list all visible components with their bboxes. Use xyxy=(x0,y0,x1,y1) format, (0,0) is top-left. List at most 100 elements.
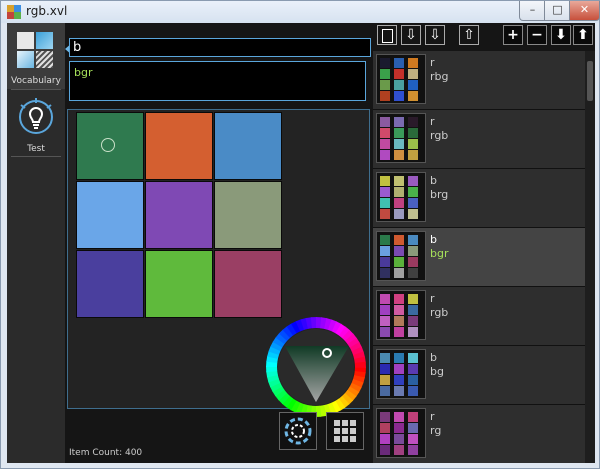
swatch-cell xyxy=(380,434,390,444)
move-down-button[interactable]: ⬇ xyxy=(551,25,571,45)
swatch-cell xyxy=(408,176,418,186)
swatch-cell xyxy=(394,209,404,219)
item-tags: rgb xyxy=(430,306,449,319)
swatch-cell xyxy=(408,69,418,79)
new-file-button[interactable] xyxy=(377,25,397,45)
item-name: r xyxy=(430,410,435,423)
export-button[interactable]: ⇧ xyxy=(459,25,479,45)
color-cell[interactable] xyxy=(214,250,282,318)
color-wheel[interactable] xyxy=(265,316,367,418)
arrow-down-icon: ⬇ xyxy=(555,27,567,43)
swatch-cell xyxy=(408,423,418,433)
swatch-cell xyxy=(408,139,418,149)
app-window: rgb.xvl – □ ✕ Vocabulary Test b bgr Item… xyxy=(0,0,600,469)
swatch-cell xyxy=(408,91,418,101)
import-add-button[interactable]: ⇩ xyxy=(425,25,445,45)
list-item[interactable]: r rg xyxy=(373,405,585,463)
swatch-cell xyxy=(380,268,390,278)
color-cell[interactable] xyxy=(76,112,144,180)
selection-marker xyxy=(101,138,115,152)
swatch-cell xyxy=(394,187,404,197)
color-cell[interactable] xyxy=(145,112,213,180)
swatch-cell xyxy=(394,375,404,385)
item-name: r xyxy=(430,115,435,128)
swatch-cell xyxy=(380,209,390,219)
maximize-button[interactable]: □ xyxy=(544,1,571,21)
title-bar[interactable]: rgb.xvl – □ ✕ xyxy=(1,1,600,23)
swatch-cell xyxy=(408,128,418,138)
item-name: r xyxy=(430,292,435,305)
swatch-cell xyxy=(380,91,390,101)
swatch-cell xyxy=(394,364,404,374)
list-scrollbar[interactable] xyxy=(585,51,595,463)
swatch-cell xyxy=(408,364,418,374)
swatch-cell xyxy=(408,257,418,267)
swatch-cell xyxy=(394,58,404,68)
color-cell[interactable] xyxy=(214,112,282,180)
item-tags: bg xyxy=(430,365,444,378)
nav-divider xyxy=(11,89,61,90)
swatch-cell xyxy=(408,375,418,385)
minus-icon: − xyxy=(531,27,543,43)
lightbulb-icon xyxy=(19,98,53,134)
move-up-button[interactable]: ⬆ xyxy=(573,25,593,45)
spiral-icon xyxy=(284,417,312,445)
shuffle-button[interactable] xyxy=(279,412,317,450)
search-input[interactable]: b xyxy=(69,38,371,57)
swatch-cell xyxy=(380,316,390,326)
list-item[interactable]: b bg xyxy=(373,346,585,405)
scrollbar-thumb[interactable] xyxy=(587,61,593,101)
color-cell[interactable] xyxy=(76,250,144,318)
swatch-cell xyxy=(408,268,418,278)
swatch-cell xyxy=(380,150,390,160)
swatch-cell xyxy=(380,305,390,315)
item-name: r xyxy=(430,56,435,69)
list-item[interactable]: b bgr xyxy=(373,228,585,287)
swatch-cell xyxy=(408,294,418,304)
item-tags: bgr xyxy=(430,247,449,260)
close-button[interactable]: ✕ xyxy=(569,1,600,21)
item-swatch xyxy=(376,113,426,163)
tags-field[interactable]: bgr xyxy=(69,61,366,101)
swatch-cell xyxy=(380,327,390,337)
item-tags: rg xyxy=(430,424,442,437)
item-count: Item Count: 400 xyxy=(69,448,143,458)
nav-item-test[interactable]: Test xyxy=(7,91,65,157)
remove-button[interactable]: − xyxy=(527,25,547,45)
swatch-cell xyxy=(408,434,418,444)
swatch-cell xyxy=(394,445,404,455)
swatch-cell xyxy=(380,423,390,433)
swatch-cell xyxy=(380,412,390,422)
swatch-cell xyxy=(394,117,404,127)
swatch-cell xyxy=(394,294,404,304)
grid-view-button[interactable] xyxy=(326,412,364,450)
nav-item-vocabulary[interactable]: Vocabulary xyxy=(7,23,65,89)
color-cell[interactable] xyxy=(76,181,144,249)
window-title: rgb.xvl xyxy=(26,4,68,18)
item-list[interactable]: r rbg r rgb b brg b bgr r rgb b bg r rg xyxy=(373,51,585,463)
swatch-cell xyxy=(408,187,418,197)
color-cell[interactable] xyxy=(145,250,213,318)
import-button[interactable]: ⇩ xyxy=(401,25,421,45)
swatch-cell xyxy=(380,128,390,138)
swatch-cell xyxy=(394,268,404,278)
new-file-icon xyxy=(381,29,393,43)
add-button[interactable]: + xyxy=(503,25,523,45)
list-item[interactable]: b brg xyxy=(373,169,585,228)
swatch-cell xyxy=(380,80,390,90)
color-cell[interactable] xyxy=(145,181,213,249)
swatch-cell xyxy=(394,257,404,267)
swatch-cell xyxy=(380,176,390,186)
grid-icon xyxy=(334,420,356,442)
swatch-cell xyxy=(408,412,418,422)
list-item[interactable]: r rbg xyxy=(373,51,585,110)
swatch-cell xyxy=(394,198,404,208)
list-item[interactable]: r rgb xyxy=(373,110,585,169)
color-cell[interactable] xyxy=(214,181,282,249)
swatch-cell xyxy=(394,69,404,79)
swatch-cell xyxy=(380,139,390,149)
minimize-button[interactable]: – xyxy=(519,1,546,21)
swatch-cell xyxy=(394,91,404,101)
list-toolbar: ⇩ ⇩ ⇧ + − ⬇ ⬆ xyxy=(373,23,595,49)
list-item[interactable]: r rgb xyxy=(373,287,585,346)
